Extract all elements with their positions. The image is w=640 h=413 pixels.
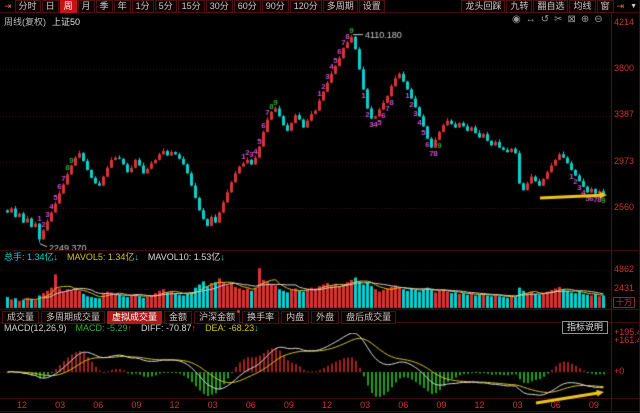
date-axis-label: 09 [284,400,294,410]
date-axis-label: 06 [551,400,561,410]
eye-icon[interactable]: ◉ [512,14,521,25]
tool-button-均线[interactable]: 均线 [569,0,595,13]
date-axis-label: 12 [475,400,485,410]
trend-arrow-icon: ↓ [254,323,259,333]
separator-line [0,309,640,310]
tool-button-翻自选[interactable]: 翻自选 [533,0,568,13]
separator-line [0,398,640,399]
date-axis-label: 12 [17,400,27,410]
main-chart-canvas[interactable] [0,14,612,250]
lock-icon[interactable]: ⊠ [568,14,576,25]
indicator-help-button[interactable]: 指标说明 [562,321,608,334]
price-axis-label-3387: 3387 [614,110,634,119]
price-axis-label-2560: 2560 [614,203,634,212]
macd-axis-label-+0: +0 [614,367,624,376]
date-axis-label: 09 [436,400,446,410]
undo-icon[interactable]: ↺ [541,14,549,25]
separator-line [0,250,640,251]
macd-stat-DIFF: DIFF: -70.87↑ [141,323,196,333]
tool-button-九转[interactable]: 九转 [506,0,532,13]
period-tab-年[interactable]: 年 [114,0,131,13]
period-tab-90分[interactable]: 90分 [262,0,289,13]
date-axis-label: 03 [208,400,218,410]
chart-tool-icons: ◉ ↔ ↺ ✂ ⊠ ⊕ ⊖ [512,14,603,25]
price-axis-label-4214: 4214 [614,18,634,27]
zoom-in-icon[interactable]: ⊕ [581,14,589,25]
date-axis-label: 06 [398,400,408,410]
period-tabs: 分时日周月季年1分5分15分30分60分90分120分多周期设置 [15,0,385,13]
date-axis-label: 09 [131,400,141,410]
macd-stat-MACD: MACD: -5.29↑ [76,323,133,333]
dropdown-icon[interactable]: ▼ [627,3,640,10]
volume-header: 总手: 1.34亿↓ MAVOL5: 1.34亿↓ MAVOL10: 1.53亿↓ [4,252,225,262]
trend-arrow-icon: ↑ [128,323,133,333]
chart-subheader: 周线(复权) 上证50 [4,15,80,28]
collapse-left-icon[interactable]: ⇥ [2,1,14,12]
indicator-tab-盘后成交量[interactable]: 盘后成交量 [341,311,396,324]
date-axis-label: 06 [93,400,103,410]
indicator-tab-外盘[interactable]: 外盘 [311,311,339,324]
date-axis-label: 06 [246,400,256,410]
pan-hand-icon[interactable]: ↔ [526,14,536,25]
period-tab-多周期[interactable]: 多周期 [323,0,358,13]
period-toolbar: ⇥ 分时日周月季年1分5分15分30分60分90分120分多周期设置 龙头回踩九… [0,0,640,13]
period-tab-1分[interactable]: 1分 [132,0,154,13]
volume-axis-label-4862: 4862 [614,265,634,274]
trend-arrow-icon: ↑ [192,323,197,333]
date-axis-label: 03 [55,400,65,410]
toolbar-right-buttons: 龙头回踩九转翻自选均线窗 [461,0,613,13]
period-tab-季[interactable]: 季 [96,0,113,13]
macd-axis-label-+161.4: +161.4 [614,336,640,345]
period-tab-分时[interactable]: 分时 [15,0,41,13]
period-tab-5分[interactable]: 5分 [155,0,177,13]
trend-arrow-icon: ↓ [54,252,59,262]
period-tab-30分[interactable]: 30分 [206,0,233,13]
price-axis-label-2973: 2973 [614,157,634,166]
volume-axis-label-2431: 2431 [614,284,634,293]
price-axis-label-3800: 3800 [614,64,634,73]
macd-header: MACD(12,26,9) MACD: -5.29↑ DIFF: -70.87↑ DE… [4,323,259,333]
trend-arrow-icon: ↓ [134,252,139,262]
app-window: ⇥ 分时日周月季年1分5分15分30分60分90分120分多周期设置 龙头回踩九… [0,0,640,413]
period-tab-日[interactable]: 日 [42,0,59,13]
date-axis-label: 12 [322,400,332,410]
volume-stat-总手: 总手: 1.34亿↓ [4,252,58,262]
date-axis-label: 03 [360,400,370,410]
period-tab-15分[interactable]: 15分 [178,0,205,13]
trend-arrow-icon: ↓ [220,252,225,262]
macd-stat-DEA: DEA: -68.23↓ [205,323,259,333]
collapse-right-icon[interactable]: ⇥ [615,1,627,12]
new-badge-dot [237,310,240,313]
period-tab-60分[interactable]: 60分 [234,0,261,13]
separator-line [0,411,640,412]
period-tab-120分[interactable]: 120分 [290,0,322,13]
volume-stat-MAVOL5: MAVOL5: 1.34亿↓ [67,252,139,262]
period-label: 周线(复权) [4,17,46,27]
period-tab-月[interactable]: 月 [78,0,95,13]
period-tab-周[interactable]: 周 [60,0,77,13]
volume-stat-MAVOL10: MAVOL10: 1.53亿↓ [148,252,225,262]
volume-unit-box: 十万 [613,297,635,308]
date-axis-label: 03 [513,400,523,410]
macd-params-label: MACD(12,26,9) [4,323,67,333]
period-tab-设置[interactable]: 设置 [359,0,385,13]
symbol-label: 上证50 [52,17,80,27]
volume-chart-canvas[interactable] [0,262,612,310]
indicator-tab-内盘[interactable]: 内盘 [281,311,309,324]
zoom-out-icon[interactable]: ⊖ [594,14,602,25]
tool-button-窗[interactable]: 窗 [597,0,614,13]
tool-button-龙头回踩[interactable]: 龙头回踩 [461,0,505,13]
scissors-icon[interactable]: ✂ [554,14,562,25]
date-axis-label: 12 [170,400,180,410]
date-axis-label: 09 [589,400,599,410]
